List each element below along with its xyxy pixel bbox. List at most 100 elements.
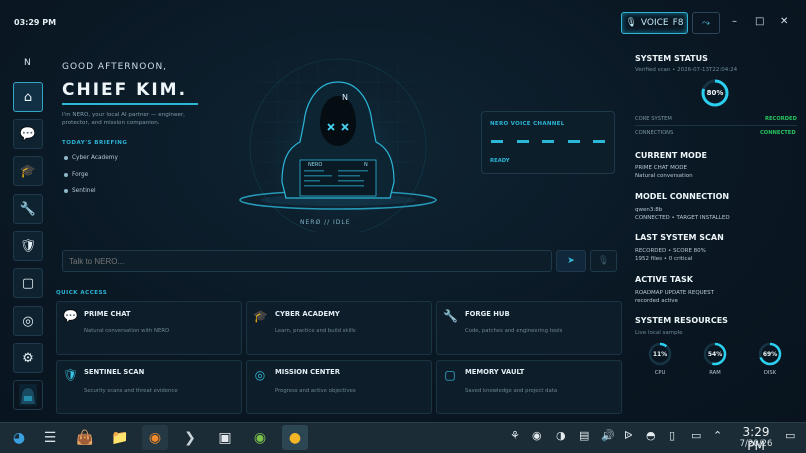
hero-badge-letter-small: N <box>364 162 368 168</box>
quick-access-desc: Saved knowledge and project data <box>465 388 558 394</box>
cpu-value: 11% <box>652 350 668 358</box>
avatar-thumbnail-icon <box>19 384 37 406</box>
sidebar-item-avatar[interactable] <box>13 380 43 410</box>
sidebar-item-settings[interactable]: ⚙ <box>13 343 43 373</box>
quick-access-desc: Learn, practice and build skills <box>275 328 356 334</box>
chat-input[interactable] <box>62 250 552 272</box>
cube-icon: ▢ <box>444 368 456 382</box>
score-value: 80% <box>706 89 724 97</box>
voice-button[interactable]: 🎙 VOICE F8 <box>621 12 688 34</box>
microphone-icon: 🎙 <box>597 256 610 266</box>
sidebar-item-mission[interactable]: ◎ <box>13 306 43 336</box>
home-icon: ⌂ <box>23 89 33 105</box>
close-button[interactable]: ✕ <box>780 16 788 27</box>
nero-status-label: NERØ // IDLE <box>300 219 351 226</box>
disk-value: 69% <box>762 350 778 358</box>
cpu-gauge: 11% <box>647 341 673 367</box>
last-scan-line: 1952 files • 0 critical <box>635 256 693 262</box>
briefing-item: Cyber Academy <box>64 155 118 161</box>
disk-label: DISK <box>763 370 777 376</box>
minimize-button[interactable]: – <box>732 16 737 27</box>
quick-access-memory-vault[interactable] <box>436 360 622 414</box>
system-score-gauge: 80% <box>700 78 730 108</box>
show-desktop-icon[interactable]: ▭ <box>785 429 795 442</box>
chat-icon: 💬 <box>19 126 37 142</box>
hero-badge-letter: N <box>342 93 348 102</box>
quick-access-title: QUICK ACCESS <box>56 290 108 296</box>
header-time: 03:29 PM <box>14 18 57 27</box>
mic-button[interactable]: 🎙 <box>590 250 617 272</box>
chat-bubble-icon: 💬 <box>63 309 78 323</box>
voice-level-bar <box>517 140 529 143</box>
steam-tray-icon[interactable]: ◉ <box>532 429 542 442</box>
start-menu-icon[interactable]: ◕ <box>6 425 32 450</box>
graduation-cap-icon: 🎓 <box>19 163 37 179</box>
vpn-tray-icon[interactable]: ◓ <box>646 429 656 442</box>
ram-label: RAM <box>709 370 721 376</box>
quick-access-desc: Natural conversation with NERO <box>84 328 170 334</box>
gear-icon: ⚙ <box>22 350 34 366</box>
system-status-title: SYSTEM STATUS <box>635 54 708 63</box>
voice-level-bar <box>542 140 554 143</box>
screenshot-tool-icon[interactable]: ▣ <box>212 425 238 450</box>
task-view-icon[interactable]: ☰ <box>37 425 63 450</box>
quick-access-title-text: PRIME CHAT <box>84 310 131 318</box>
model-status: CONNECTED • TARGET INSTALLED <box>635 215 730 221</box>
active-app-icon[interactable]: ● <box>282 425 308 450</box>
current-mode-line: Natural conversation <box>635 173 693 179</box>
voice-button-key: F8 <box>672 18 684 28</box>
store-icon[interactable]: 👜 <box>72 425 98 450</box>
divider <box>635 125 797 126</box>
verified-scan-text: Verified scan • 2026-07-13T22:04:24 <box>635 67 738 73</box>
sidebar-item-chat[interactable]: 💬 <box>13 119 43 149</box>
cpu-label: CPU <box>654 370 666 376</box>
sidebar-logo-letter: N <box>24 58 31 68</box>
system-resources-subtitle: Live local sample <box>635 330 683 336</box>
connections-value: CONNECTED <box>760 130 796 136</box>
display-tray-icon[interactable]: ▭ <box>691 429 701 442</box>
current-mode-title: CURRENT MODE <box>635 151 707 160</box>
sidebar-item-home[interactable]: ⌂ <box>13 82 43 112</box>
cube-icon: ▢ <box>21 275 35 291</box>
quick-access-title-text: MISSION CENTER <box>275 368 340 376</box>
voice-level-bar <box>568 140 580 143</box>
taskbar-date[interactable]: 7/20/26 <box>733 439 779 449</box>
ram-gauge: 54% <box>702 341 728 367</box>
sidebar-item-sentinel[interactable]: 🛡 <box>13 231 43 261</box>
app-icon[interactable]: ◉ <box>247 425 273 450</box>
send-icon: ➤ <box>567 256 575 266</box>
active-task-line: ROADMAP UPDATE REQUEST <box>635 290 715 296</box>
file-manager-icon[interactable]: 📁 <box>107 425 133 450</box>
active-task-line: recorded active <box>635 298 678 304</box>
maximize-button[interactable]: □ <box>755 16 764 27</box>
waveform-button[interactable]: ⤳ <box>692 12 720 34</box>
app-tray-icon[interactable]: ◑ <box>556 429 566 442</box>
last-scan-title: LAST SYSTEM SCAN <box>635 233 724 242</box>
nero-hooded-figure-illustration: N NERO N <box>239 58 437 232</box>
connections-label: CONNECTIONS <box>635 130 674 136</box>
briefing-item: Forge <box>64 172 88 178</box>
firefox-icon[interactable]: ◉ <box>142 425 168 450</box>
ram-value: 54% <box>707 350 723 358</box>
battery-tray-icon[interactable]: ▯ <box>669 429 675 442</box>
volume-tray-icon[interactable]: 🔊 <box>601 429 615 442</box>
bluetooth-tray-icon[interactable]: ᐉ <box>624 429 632 442</box>
show-hidden-icons-icon[interactable]: ⌃ <box>713 429 722 442</box>
waveform-icon: ⤳ <box>702 17 710 29</box>
sidebar-item-vault[interactable]: ▢ <box>13 268 43 298</box>
shield-icon: 🛡 <box>63 368 79 382</box>
intro-text: I'm NERO, your local AI partner — engine… <box>62 112 185 126</box>
voice-level-bar <box>491 140 503 143</box>
user-name-heading: CHIEF KIM. <box>62 80 188 100</box>
sidebar-item-academy[interactable]: 🎓 <box>13 156 43 186</box>
send-button[interactable]: ➤ <box>556 250 586 272</box>
voice-level-bar <box>593 140 605 143</box>
nero-app-window: 03:29 PM 🎙 VOICE F8 ⤳ – □ ✕ N ⌂ 💬 🎓 🔧 🛡 … <box>0 0 806 422</box>
terminal-icon[interactable]: ❯ <box>177 425 203 450</box>
network-tray-icon[interactable]: ⚘ <box>510 429 520 442</box>
active-task-title: ACTIVE TASK <box>635 275 693 284</box>
sidebar-item-forge[interactable]: 🔧 <box>13 194 43 224</box>
clipboard-tray-icon[interactable]: ▤ <box>579 429 589 442</box>
microphone-icon: 🎙 <box>625 18 637 28</box>
voice-button-label: VOICE <box>640 18 669 28</box>
